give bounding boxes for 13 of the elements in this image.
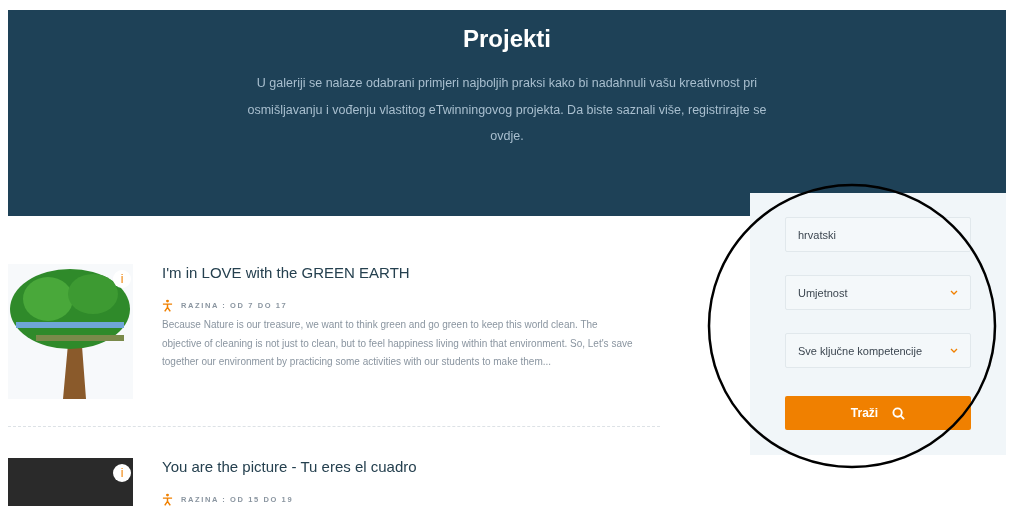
chevron-down-icon xyxy=(950,348,958,353)
language-field[interactable]: hrvatski xyxy=(785,217,971,252)
search-icon xyxy=(892,406,906,420)
intro-text: U galeriji se nalaze odabrani primjeri najboljih praksi kako bi nadahnuli vašu kreativnost pri osmišljavanju i vođenju vlastitog eTwinningovog projekta. Da biste saznali više, registrirajte se ovdje. xyxy=(246,75,768,145)
project-title[interactable]: You are the picture - Tu eres el cuadro xyxy=(162,458,660,476)
page-title: Projekti xyxy=(463,24,551,54)
category-dropdown[interactable]: Sve ključne kompetencije xyxy=(785,333,971,368)
category-dropdown[interactable]: Umjetnost xyxy=(785,275,971,310)
chevron-down-icon xyxy=(950,290,958,295)
person-icon xyxy=(162,299,173,312)
project-description: Because Nature is our treasure, we want to think green and go green to keep this world clean. The objective of cleaning is not just to clean, but to feel happiness living within that environment. So, Let's save together our environment by practicing some activities with our students to make them... xyxy=(162,318,634,369)
project-title[interactable]: I'm in LOVE with the GREEN EARTH xyxy=(162,264,660,282)
person-icon xyxy=(162,493,173,506)
